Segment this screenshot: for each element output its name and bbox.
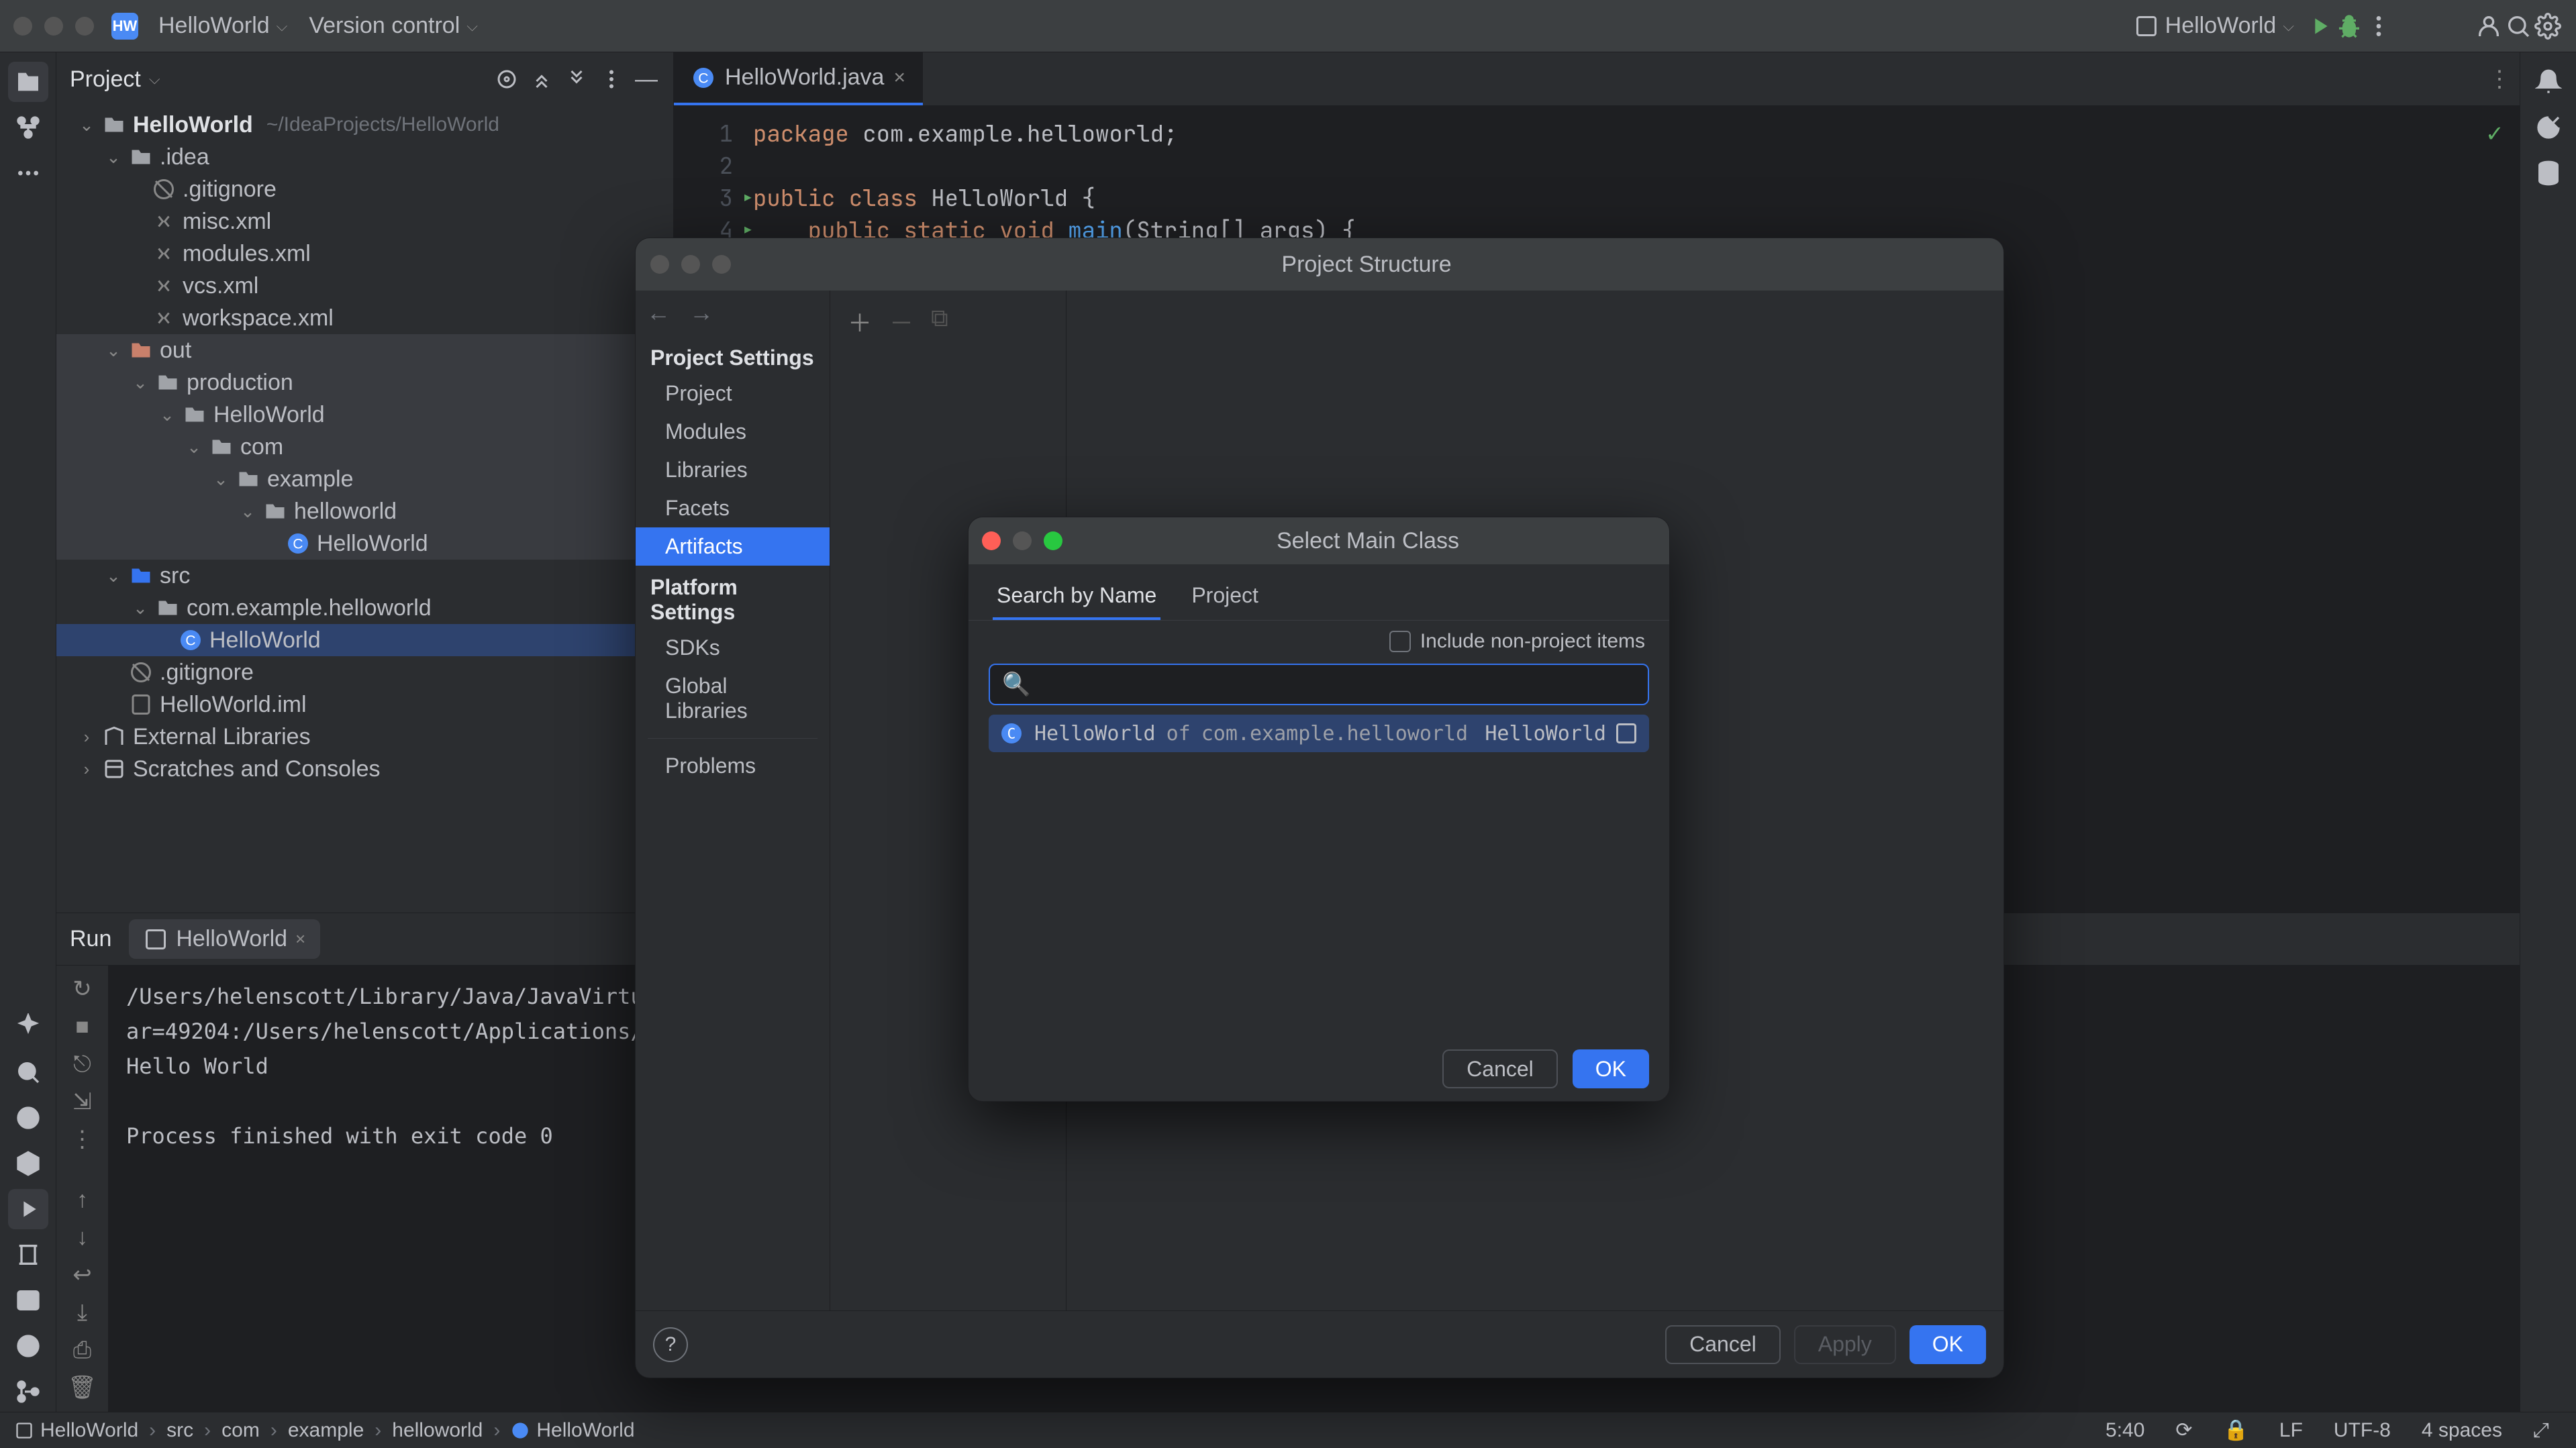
ps-heading: Project Settings [636, 336, 830, 374]
ok-button[interactable]: OK [1573, 1049, 1649, 1088]
copy-artifact-button[interactable]: ⧉ [931, 304, 948, 339]
back-button[interactable]: ← [646, 299, 671, 336]
result-name: HelloWorld [1034, 722, 1156, 745]
dialog-close[interactable] [982, 531, 1001, 550]
help-button[interactable]: ? [653, 1327, 688, 1362]
ps-nav-libraries[interactable]: Libraries [636, 451, 830, 489]
dialog-titlebar: Project Structure [636, 238, 2003, 291]
dialog-min[interactable] [1013, 531, 1032, 550]
dialog-min[interactable] [681, 255, 700, 274]
cancel-button[interactable]: Cancel [1665, 1325, 1781, 1364]
dialog-title: Project Structure [744, 252, 1989, 278]
ps-nav-sdks[interactable]: SDKs [636, 629, 830, 667]
smc-tabs: Search by Name Project [969, 564, 1669, 621]
dialog-titlebar: Select Main Class [969, 517, 1669, 564]
search-input[interactable] [1040, 672, 1636, 697]
class-icon: C [999, 721, 1024, 745]
dialog-footer: ? Cancel Apply OK [636, 1310, 2003, 1378]
result-row[interactable]: C HelloWorld of com.example.helloworld H… [989, 715, 1649, 752]
dialog-close[interactable] [650, 255, 669, 274]
remove-artifact-button[interactable]: － [889, 304, 913, 339]
ok-button[interactable]: OK [1910, 1325, 1986, 1364]
cancel-button[interactable]: Cancel [1442, 1049, 1558, 1088]
dialog-max[interactable] [1044, 531, 1062, 550]
ps-nav-problems[interactable]: Problems [636, 747, 830, 785]
include-label: Include non-project items [1420, 630, 1645, 653]
svg-text:C: C [1007, 726, 1016, 742]
results-list: C HelloWorld of com.example.helloworld H… [969, 715, 1669, 1037]
add-artifact-button[interactable]: ＋ [848, 304, 872, 339]
result-of: of [1167, 722, 1191, 745]
module-icon [1614, 721, 1638, 745]
dialog-max[interactable] [712, 255, 731, 274]
forward-button[interactable]: → [689, 299, 713, 336]
ps-sidebar: ← → Project Settings Project Modules Lib… [636, 291, 830, 1310]
search-icon: 🔍 [1002, 671, 1030, 698]
ps-nav-artifacts[interactable]: Artifacts [636, 527, 830, 566]
ps-nav-modules[interactable]: Modules [636, 413, 830, 451]
ps-heading: Platform Settings [636, 566, 830, 629]
search-field[interactable]: 🔍 [989, 664, 1649, 705]
ps-nav-global-libraries[interactable]: Global Libraries [636, 667, 830, 730]
include-non-project-checkbox[interactable] [1389, 631, 1411, 652]
select-main-class-dialog: Select Main Class Search by Name Project… [968, 517, 1670, 1102]
apply-button: Apply [1794, 1325, 1896, 1364]
ps-nav-project[interactable]: Project [636, 374, 830, 413]
result-module: HelloWorld [1485, 722, 1606, 745]
ps-nav-facets[interactable]: Facets [636, 489, 830, 527]
tab-project[interactable]: Project [1187, 574, 1262, 620]
dialog-footer: Cancel OK [969, 1037, 1669, 1101]
tab-search-by-name[interactable]: Search by Name [993, 574, 1160, 620]
result-package: com.example.helloworld [1201, 722, 1468, 745]
dialog-title: Select Main Class [1080, 528, 1656, 554]
